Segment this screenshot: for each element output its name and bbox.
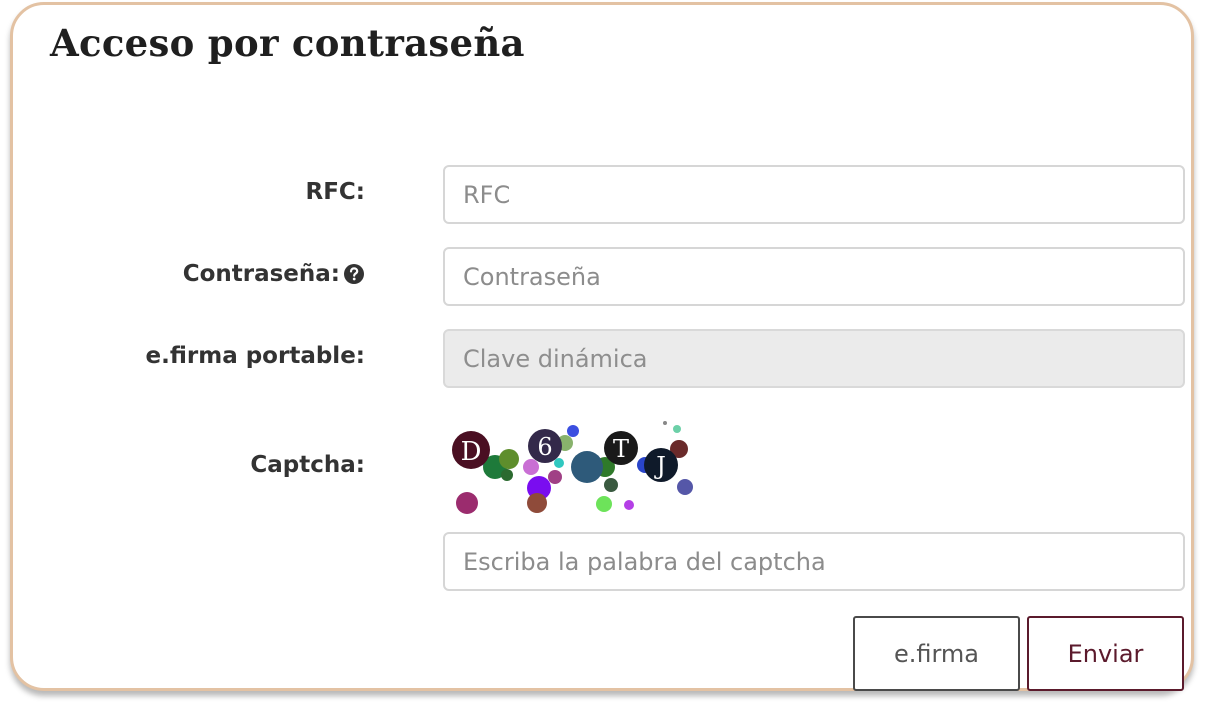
login-card: Acceso por contraseña RFC: Contraseña: e… [10, 2, 1194, 691]
password-input[interactable] [443, 247, 1185, 306]
page-title: Acceso por contraseña [50, 21, 525, 65]
captcha-decoy-circle [571, 451, 603, 483]
question-circle-icon[interactable] [343, 263, 365, 285]
password-label-text: Contraseña: [182, 261, 340, 287]
efirma-portable-label-text: e.firma portable: [145, 343, 366, 369]
efirma-portable-label: e.firma portable: [146, 343, 366, 369]
password-label: Contraseña: [183, 261, 365, 287]
dynamic-key-input [443, 329, 1185, 388]
captcha-input[interactable] [443, 532, 1185, 591]
rfc-label-text: RFC: [305, 179, 366, 205]
captcha-char-2: 6 [537, 433, 552, 461]
efirma-button[interactable]: e.firma [853, 616, 1020, 691]
rfc-input[interactable] [443, 165, 1185, 224]
captcha-label-text: Captcha: [250, 452, 365, 478]
captcha-char-3: T [613, 435, 629, 463]
captcha-image: D 6 T J [452, 421, 693, 514]
captcha-char-1: D [461, 437, 482, 467]
rfc-label: RFC: [306, 179, 366, 205]
captcha-label: Captcha: [250, 452, 365, 478]
submit-button[interactable]: Enviar [1027, 616, 1184, 691]
